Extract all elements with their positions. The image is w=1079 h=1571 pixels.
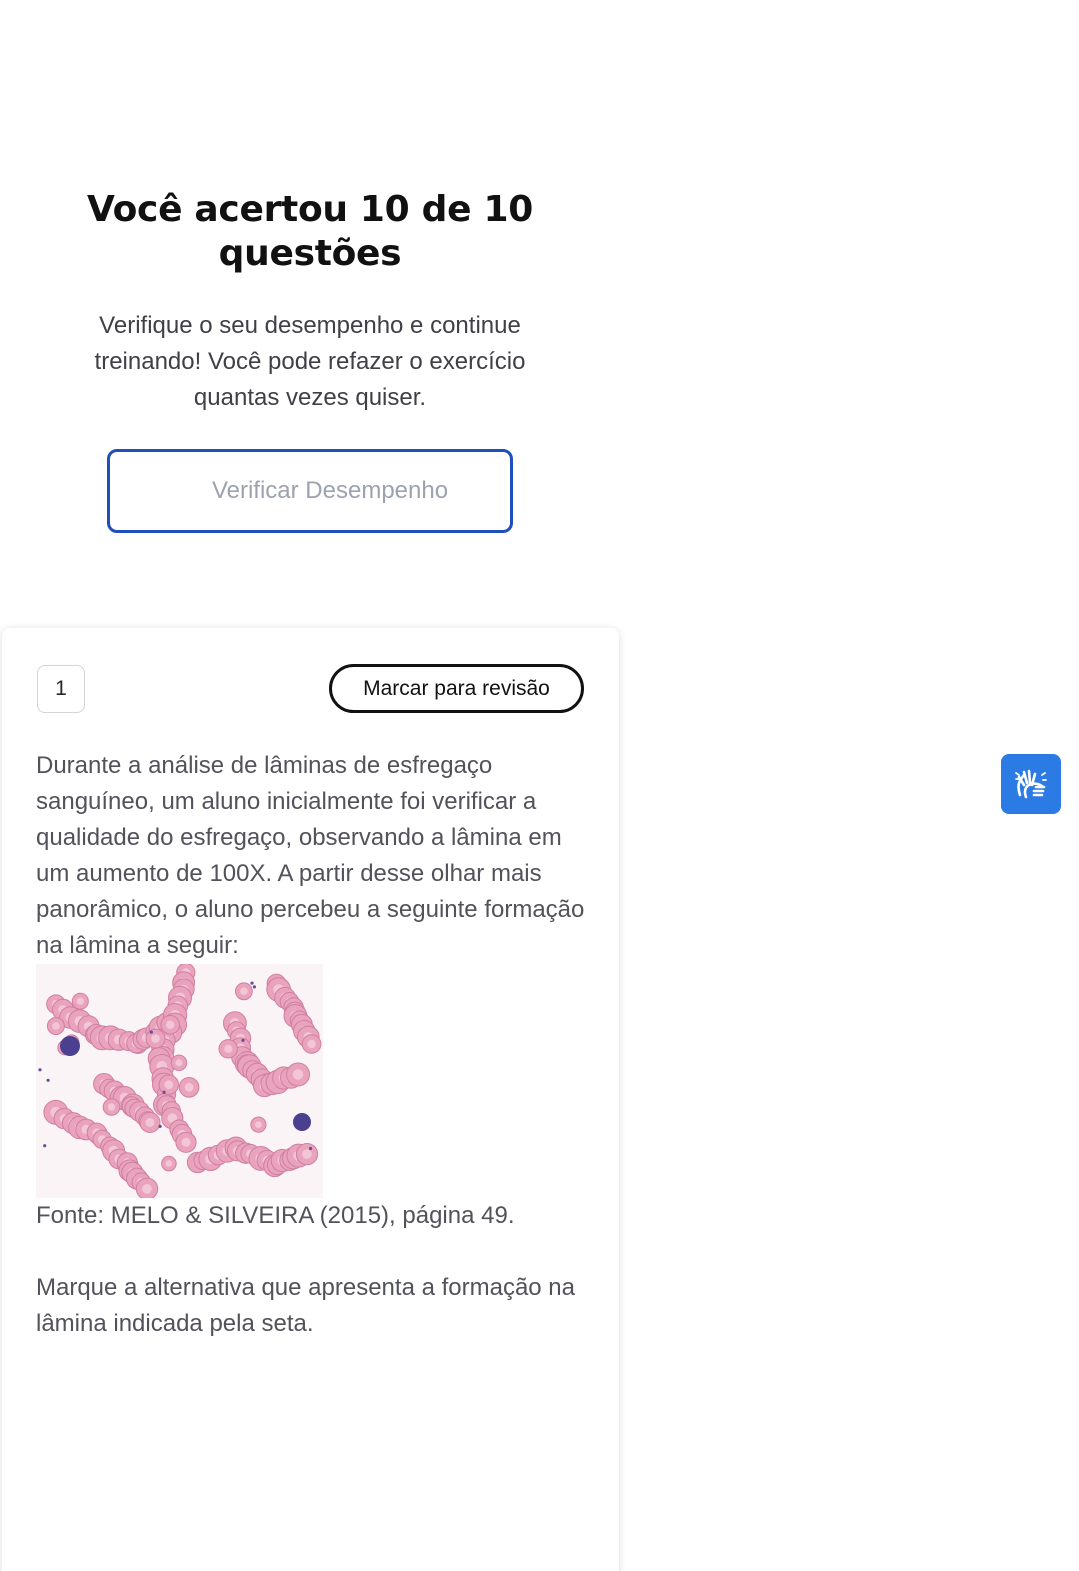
page: Você acertou 10 de 10 questões Verifique… — [0, 0, 1079, 1571]
accessibility-widget-button[interactable] — [1001, 754, 1061, 814]
result-summary: Você acertou 10 de 10 questões Verifique… — [60, 188, 560, 416]
question-statement: Durante a análise de lâminas de esfregaç… — [36, 752, 585, 959]
mark-for-review-button[interactable]: Marcar para revisão — [329, 664, 584, 713]
question-card: 1 Marcar para revisão Durante a análise … — [2, 628, 619, 1571]
sign-language-hands-icon — [1015, 769, 1047, 799]
check-performance-button[interactable]: Verificar Desempenho — [107, 449, 513, 533]
image-source-caption: Fonte: MELO & SILVEIRA (2015), página 49… — [36, 1202, 515, 1229]
question-prompt: Marque a alternativa que apresenta a for… — [36, 1274, 576, 1337]
result-subtitle: Verifique o seu desempenho e continue tr… — [94, 312, 526, 411]
question-number-badge: 1 — [37, 665, 85, 713]
result-title: Você acertou 10 de 10 questões — [87, 189, 533, 274]
question-body: Durante a análise de lâminas de esfregaç… — [36, 748, 591, 1342]
blood-smear-image — [36, 964, 323, 1198]
